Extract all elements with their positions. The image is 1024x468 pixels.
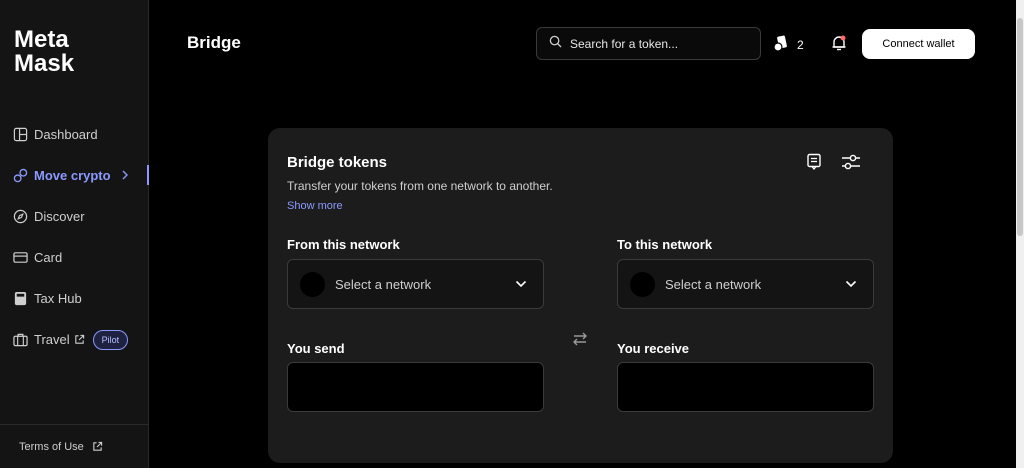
swap-networks-button[interactable] — [572, 332, 588, 351]
calculator-icon — [12, 291, 28, 307]
bell-icon — [830, 35, 848, 56]
wallet-counter[interactable]: 2 — [773, 34, 804, 55]
sidebar-item-label: Discover — [34, 209, 85, 224]
receipt-icon — [806, 153, 822, 174]
sidebar-item-label: Dashboard — [34, 127, 98, 142]
from-network-value: Select a network — [335, 276, 432, 292]
to-network-select[interactable]: Select a network — [617, 259, 874, 309]
suitcase-icon — [12, 332, 28, 348]
scrollbar-thumb[interactable] — [1017, 18, 1023, 236]
external-link-icon — [74, 334, 85, 345]
sidebar-item-label: Move crypto — [34, 168, 111, 183]
sliders-icon — [841, 154, 861, 176]
receive-amount-input[interactable] — [618, 363, 873, 411]
card-icon — [12, 250, 28, 266]
show-more-link[interactable]: Show more — [287, 200, 343, 212]
bridge-subtitle: Transfer your tokens from one network to… — [287, 179, 553, 193]
chevron-down-icon — [845, 280, 857, 288]
pilot-badge: Pilot — [92, 329, 129, 350]
receive-amount-field[interactable] — [617, 362, 874, 412]
bridge-title: Bridge tokens — [287, 154, 388, 171]
network-placeholder-icon — [630, 271, 655, 297]
settings-button[interactable] — [841, 152, 861, 177]
dashboard-icon — [12, 127, 28, 143]
logo-line1: Meta — [14, 26, 69, 53]
swap-arrows-icon — [572, 332, 588, 350]
sidebar-item-tax-hub[interactable]: Tax Hub — [0, 278, 149, 319]
sidebar-item-label: Card — [34, 250, 63, 265]
network-placeholder-icon — [300, 271, 325, 297]
search-input[interactable] — [570, 36, 750, 51]
bridge-card: Bridge tokens Transfer your tokens from … — [268, 128, 893, 463]
move-crypto-icon — [12, 168, 28, 184]
page-title: Bridge — [187, 33, 241, 52]
you-receive-label: You receive — [617, 341, 690, 356]
sidebar-item-dashboard[interactable]: Dashboard — [0, 114, 149, 155]
wallet-count: 2 — [797, 37, 804, 52]
compass-icon — [12, 209, 28, 225]
sidebar-item-discover[interactable]: Discover — [0, 196, 149, 237]
sidebar-item-move-crypto[interactable]: Move crypto — [0, 155, 149, 196]
terms-of-use-link[interactable]: Terms of Use — [0, 424, 149, 468]
sidebar-item-card[interactable]: Card — [0, 237, 149, 278]
logo-line2: Mask — [14, 50, 75, 74]
from-network-label: From this network — [287, 237, 400, 252]
history-button[interactable] — [806, 153, 822, 175]
sidebar: Meta Mask Dashboard Move crypto Discover — [0, 0, 149, 468]
from-network-select[interactable]: Select a network — [287, 259, 544, 309]
sidebar-item-travel[interactable]: Travel Pilot — [0, 319, 149, 360]
sidebar-nav: Dashboard Move crypto Discover Card Tax … — [0, 114, 149, 360]
chevron-down-icon — [515, 280, 527, 288]
token-search[interactable] — [536, 27, 761, 60]
page-scrollbar[interactable] — [1016, 0, 1024, 468]
wallets-icon — [773, 34, 791, 55]
to-network-value: Select a network — [665, 276, 762, 292]
you-send-label: You send — [287, 341, 345, 356]
search-icon — [549, 35, 562, 53]
metamask-logo[interactable]: Meta Mask — [14, 26, 106, 74]
to-network-label: To this network — [617, 237, 713, 252]
external-link-icon — [92, 441, 103, 452]
connect-wallet-button[interactable]: Connect wallet — [862, 29, 975, 59]
send-amount-field[interactable] — [287, 362, 544, 412]
terms-label: Terms of Use — [19, 440, 84, 453]
sidebar-item-label: Tax Hub — [34, 291, 82, 306]
notifications-button[interactable] — [830, 34, 848, 57]
send-amount-input[interactable] — [288, 363, 543, 411]
sidebar-item-label: Travel — [34, 332, 70, 347]
chevron-right-icon — [121, 168, 129, 183]
